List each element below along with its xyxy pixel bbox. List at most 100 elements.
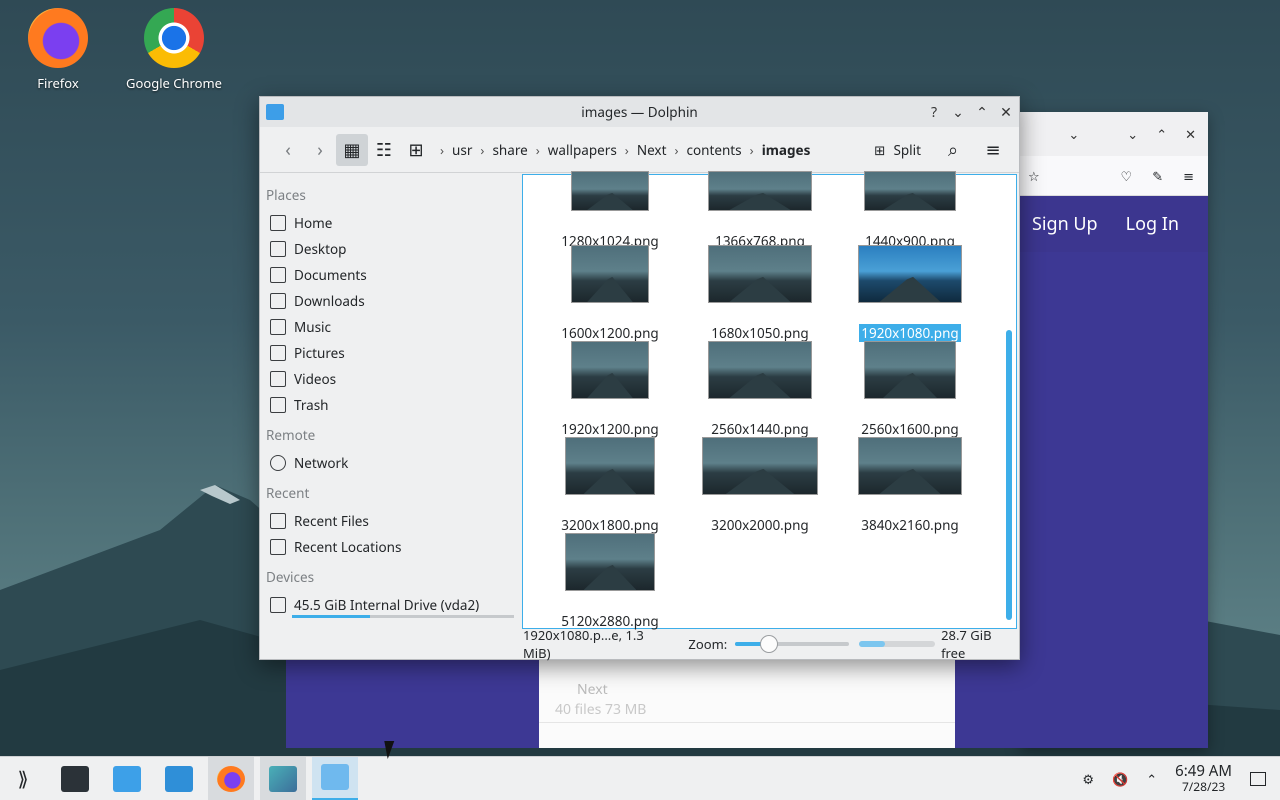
documents-icon xyxy=(270,267,286,283)
breadcrumb-item[interactable]: contents xyxy=(686,141,741,159)
minimize-icon[interactable]: ⌄ xyxy=(1127,125,1138,143)
pocket-icon[interactable]: ♡ xyxy=(1121,167,1133,185)
image-thumbnail xyxy=(565,533,655,591)
desktop-icon-chrome[interactable]: Google Chrome xyxy=(119,8,229,92)
volume-muted-icon[interactable]: 🔇 xyxy=(1112,770,1128,788)
file-item[interactable]: 3840x2160.png xyxy=(835,437,985,534)
help-icon[interactable]: ? xyxy=(927,103,941,122)
compact-view-button[interactable]: ☷ xyxy=(368,134,400,166)
window-titlebar[interactable]: images — Dolphin ? ⌄ ⌃ ✕ xyxy=(260,97,1019,127)
zoom-slider-handle[interactable] xyxy=(759,635,778,653)
places-item-recent-files[interactable]: Recent Files xyxy=(266,508,516,534)
network-tray-icon[interactable]: ⚙ xyxy=(1082,770,1094,788)
tab-list-chevron-icon[interactable]: ⌄ xyxy=(1068,125,1079,143)
file-item[interactable]: 1280x1024.png xyxy=(535,171,685,250)
extensions-icon[interactable]: ✎ xyxy=(1152,167,1163,185)
task-firefox[interactable] xyxy=(208,756,254,800)
desktop-icon-label: Google Chrome xyxy=(126,74,222,92)
hamburger-menu-icon: ≡ xyxy=(985,137,1001,162)
task-dolphin-window[interactable] xyxy=(312,756,358,800)
places-item-recent-locations[interactable]: Recent Locations xyxy=(266,534,516,560)
file-item[interactable]: 1600x1200.png xyxy=(535,245,685,342)
places-item-label: Downloads xyxy=(294,292,365,310)
places-item-label: Desktop xyxy=(294,240,347,258)
file-item[interactable]: 1440x900.png xyxy=(835,171,985,250)
file-view[interactable]: 1280x1024.png 1366x768.png 1440x900.png 160… xyxy=(522,171,1017,630)
hamburger-menu-button[interactable]: ≡ xyxy=(977,134,1009,166)
folder-info: 40 files 73 MB xyxy=(555,700,647,719)
menu-icon[interactable]: ≡ xyxy=(1183,167,1194,185)
dolphin-window[interactable]: images — Dolphin ? ⌄ ⌃ ✕ ‹ › ▦ ☷ ⊞ › usr… xyxy=(259,96,1020,662)
file-item[interactable]: 1366x768.png xyxy=(685,171,835,250)
breadcrumb-item[interactable]: usr xyxy=(452,141,472,159)
file-item[interactable]: 1680x1050.png xyxy=(685,245,835,342)
application-launcher-button[interactable]: ⟫ xyxy=(0,757,46,800)
image-thumbnail xyxy=(571,245,649,303)
places-item-downloads[interactable]: Downloads xyxy=(266,288,516,314)
browser-toolbar: ☆ ♡ ✎ ≡ xyxy=(1020,156,1208,196)
maximize-icon[interactable]: ⌃ xyxy=(975,103,989,122)
task-kate[interactable] xyxy=(260,756,306,800)
clock[interactable]: 6:49 AM 7/28/23 xyxy=(1175,763,1232,794)
file-item[interactable]: 3200x2000.png xyxy=(685,437,835,534)
file-item[interactable]: 1920x1080.png xyxy=(835,245,985,343)
file-name: 3840x2160.png xyxy=(861,516,959,534)
places-item-documents[interactable]: Documents xyxy=(266,262,516,288)
file-item[interactable]: 2560x1440.png xyxy=(685,341,835,438)
close-icon[interactable]: ✕ xyxy=(1185,125,1196,143)
close-icon[interactable]: ✕ xyxy=(999,103,1013,122)
file-item[interactable]: 2560x1600.png xyxy=(835,341,985,438)
file-item[interactable]: 3200x1800.png xyxy=(535,437,685,534)
zoom-slider[interactable] xyxy=(735,635,850,653)
image-thumbnail xyxy=(571,171,649,211)
breadcrumb-current[interactable]: images xyxy=(762,141,811,159)
places-item-desktop[interactable]: Desktop xyxy=(266,236,516,262)
show-desktop-icon[interactable] xyxy=(1250,771,1266,786)
file-name: 1920x1080.png xyxy=(858,323,962,343)
places-item-label: Recent Locations xyxy=(294,538,402,556)
file-item[interactable]: 5120x2880.png xyxy=(535,533,685,630)
image-thumbnail xyxy=(571,341,649,399)
details-view-button[interactable]: ⊞ xyxy=(400,134,432,166)
places-item-home[interactable]: Home xyxy=(266,210,516,236)
task-discover[interactable] xyxy=(104,757,150,800)
bookmark-star-icon[interactable]: ☆ xyxy=(1028,167,1040,185)
login-link[interactable]: Log In xyxy=(1126,212,1179,236)
signup-link[interactable]: Sign Up xyxy=(1032,212,1098,236)
minimize-icon[interactable]: ⌄ xyxy=(951,103,965,122)
places-item-label: Network xyxy=(294,454,349,472)
back-button[interactable]: ‹ xyxy=(272,134,304,166)
breadcrumb-item[interactable]: Next xyxy=(637,141,667,159)
split-button[interactable]: ⊞ Split xyxy=(866,141,929,159)
status-bar: 1920x1080.p...e, 1.3 MiB) Zoom: 28.7 GiB… xyxy=(260,626,1019,662)
places-item-label: Trash xyxy=(294,396,329,414)
icons-view-button[interactable]: ▦ xyxy=(336,133,368,166)
places-item-trash[interactable]: Trash xyxy=(266,392,516,418)
desktop-icon-firefox[interactable]: Firefox xyxy=(3,8,113,92)
places-item-pictures[interactable]: Pictures xyxy=(266,340,516,366)
places-item-label: Recent Files xyxy=(294,512,369,530)
remote-group-header: Remote xyxy=(266,426,316,444)
main-toolbar: ‹ › ▦ ☷ ⊞ › usr › share › wallpapers › N… xyxy=(260,127,1019,173)
places-item-network[interactable]: Network xyxy=(266,450,516,476)
file-name: 2560x1600.png xyxy=(861,420,959,438)
places-group-header: Places xyxy=(266,186,306,204)
search-button[interactable]: ⌕ xyxy=(937,134,969,166)
image-thumbnail xyxy=(708,171,812,211)
discover-icon xyxy=(113,765,141,792)
chevron-right-icon: › xyxy=(674,140,679,159)
forward-button[interactable]: › xyxy=(304,134,336,166)
tray-expand-icon[interactable]: ⌃ xyxy=(1146,770,1157,788)
maximize-icon[interactable]: ⌃ xyxy=(1156,125,1167,143)
breadcrumb-item[interactable]: share xyxy=(492,141,527,159)
vertical-scrollbar[interactable] xyxy=(1006,330,1012,620)
places-item-videos[interactable]: Videos xyxy=(266,366,516,392)
task-dolphin[interactable] xyxy=(156,757,202,800)
places-item-music[interactable]: Music xyxy=(266,314,516,340)
task-system-settings[interactable] xyxy=(52,757,98,800)
site-content xyxy=(1020,252,1208,748)
file-item[interactable]: 1920x1200.png xyxy=(535,341,685,438)
background-browser-window[interactable]: ⌄ ⌄ ⌃ ✕ ☆ ♡ ✎ ≡ Sign Up Log In xyxy=(1020,112,1208,748)
system-tray: ⚙ 🔇 ⌃ 6:49 AM 7/28/23 xyxy=(1082,763,1280,794)
breadcrumb-item[interactable]: wallpapers xyxy=(548,141,617,159)
